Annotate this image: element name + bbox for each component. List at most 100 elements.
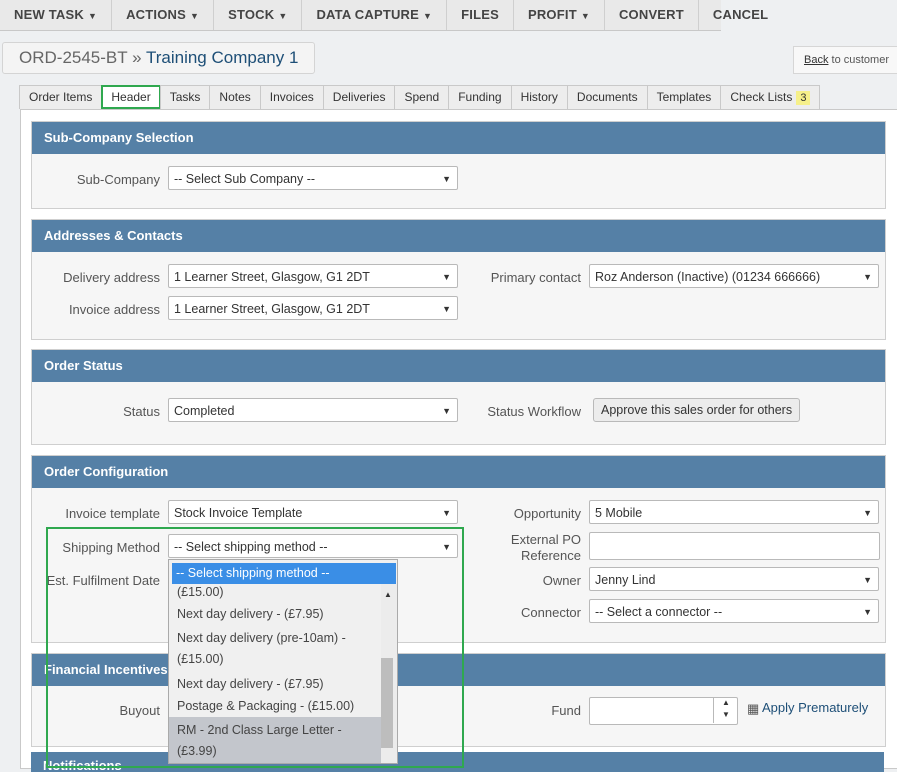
shipping-option[interactable]: Next day delivery (pre-10am) - (£15.00) [169,625,381,673]
back-link[interactable]: Back [804,54,828,66]
shipping-option[interactable]: (£15.00) [169,584,381,603]
shipping-option-highlighted[interactable]: RM - 2nd Class Large Letter - (£3.99) [169,717,381,763]
shipping-option-selected[interactable]: -- Select shipping method -- [172,563,396,584]
tab-history[interactable]: History [510,85,568,109]
chevron-down-icon: ▼ [580,11,590,21]
tab-spend[interactable]: Spend [394,85,450,109]
toolbar-data-capture[interactable]: DATA CAPTURE ▼ [302,0,448,30]
chevron-down-icon: ▼ [278,11,288,21]
invoice-template-value: Stock Invoice Template [174,506,303,520]
fund-stepper[interactable]: ▲ ▼ [713,697,738,723]
tab-documents[interactable]: Documents [566,85,648,109]
tab-templates[interactable]: Templates [646,85,722,109]
tab-notes[interactable]: Notes [209,85,261,109]
chevron-down-icon: ▼ [442,304,451,314]
toolbar-files[interactable]: FILES [447,0,514,30]
tab-tasks[interactable]: Tasks [159,85,211,109]
toolbar-files-label: FILES [461,7,499,22]
panel-title: Addresses & Contacts [32,220,885,252]
toolbar-actions-label: ACTIONS [126,7,186,22]
fulfilment-date-label: Est. Fulfilment Date [46,573,160,588]
chevron-down-icon: ▼ [863,272,872,282]
tab-check-lists[interactable]: Check Lists 3 [720,85,821,109]
notifications-panel-header: Notifications [31,752,884,772]
panel-title: Order Status [32,350,885,382]
shipping-option[interactable]: Next day delivery - (£7.95) [169,603,381,625]
panel-title: Sub-Company Selection [32,122,885,154]
tab-deliveries[interactable]: Deliveries [322,85,396,109]
back-to-customer: Back to customer [793,46,897,74]
toolbar-actions[interactable]: ACTIONS ▼ [112,0,215,30]
invoice-template-label: Invoice template [65,506,160,521]
chevron-down-icon: ▼ [87,11,98,21]
external-po-label-line1: External PO [510,532,581,547]
opportunity-select[interactable]: 5 Mobile ▼ [589,500,879,524]
shipping-option[interactable]: Next day delivery - (£7.95) [169,673,381,695]
external-po-label: External PO Reference [470,532,581,564]
opportunity-value: 5 Mobile [595,506,643,520]
sub-company-select[interactable]: -- Select Sub Company -- ▼ [168,166,458,190]
chevron-down-icon: ▼ [442,508,451,518]
external-po-input[interactable] [589,532,880,560]
invoice-template-select[interactable]: Stock Invoice Template ▼ [168,500,458,524]
connector-value: -- Select a connector -- [595,605,723,619]
scrollbar-thumb[interactable] [381,658,393,748]
chevron-down-icon: ▼ [442,542,451,552]
buyout-label: Buyout [119,703,160,718]
shipping-method-value: -- Select shipping method -- [174,540,328,554]
panel-title: Financial Incentives [32,654,885,686]
tab-bar: Order Items Header Tasks Notes Invoices … [19,85,821,109]
connector-label: Connector [521,605,581,620]
company-name: Training Company 1 [145,48,299,67]
chevron-down-icon: ▼ [189,11,200,21]
shipping-method-label: Shipping Method [62,540,160,555]
tab-order-items[interactable]: Order Items [19,85,103,109]
calculator-icon: ▦ [747,701,760,716]
primary-contact-select[interactable]: Roz Anderson (Inactive) (01234 666666) ▼ [589,264,879,288]
toolbar-stock[interactable]: STOCK ▼ [214,0,303,30]
owner-label: Owner [542,573,581,588]
tab-funding[interactable]: Funding [448,85,512,109]
order-code: ORD-2545-BT [19,48,128,67]
sub-company-panel: Sub-Company Selection [31,121,886,209]
shipping-method-select[interactable]: -- Select shipping method -- ▼ [168,534,458,558]
sub-company-label: Sub-Company [76,172,160,187]
chevron-down-icon: ▼ [863,607,872,617]
owner-select[interactable]: Jenny Lind ▼ [589,567,879,591]
tab-check-lists-label: Check Lists [730,90,793,104]
status-label: Status [123,404,160,419]
panel-title: Order Configuration [32,456,885,488]
shipping-option[interactable]: Postage & Packaging - (£15.00) [169,695,381,717]
toolbar-new-task[interactable]: NEW TASK ▼ [0,0,113,30]
toolbar-profit-label: PROFIT [527,7,577,22]
status-workflow-label: Status Workflow [487,404,581,419]
invoice-address-select[interactable]: 1 Learner Street, Glasgow, G1 2DT ▼ [168,296,458,320]
fund-label: Fund [551,703,581,718]
owner-value: Jenny Lind [595,573,656,587]
connector-select[interactable]: -- Select a connector -- ▼ [589,599,879,623]
stepper-up-icon[interactable]: ▲ [722,698,730,707]
shipping-method-dropdown: -- Select shipping method -- (£15.00) Ne… [168,559,398,764]
apply-prematurely-link[interactable]: Apply Prematurely [762,700,868,715]
status-value: Completed [174,404,235,418]
title-separator: » [132,48,142,67]
back-link-rest: to customer [828,54,889,66]
delivery-address-label: Delivery address [63,270,160,285]
primary-contact-label: Primary contact [490,270,581,285]
stepper-down-icon[interactable]: ▼ [722,710,730,719]
shipping-option-list: (£15.00) Next day delivery - (£7.95) Nex… [169,584,381,763]
approve-order-button[interactable]: Approve this sales order for others [593,398,801,422]
scroll-up-icon[interactable]: ▲ [384,590,392,599]
status-select[interactable]: Completed ▼ [168,398,458,422]
chevron-down-icon: ▼ [442,174,451,184]
delivery-address-select[interactable]: 1 Learner Street, Glasgow, G1 2DT ▼ [168,264,458,288]
invoice-address-value: 1 Learner Street, Glasgow, G1 2DT [174,302,370,316]
toolbar-convert[interactable]: CONVERT [605,0,699,30]
toolbar-cancel-label: CANCEL [712,7,769,22]
toolbar-profit[interactable]: PROFIT ▼ [514,0,605,30]
main-toolbar: NEW TASK ▼ ACTIONS ▼ STOCK ▼ DATA CAPTURE ▼ … [0,0,768,31]
tab-header[interactable]: Header [101,85,161,109]
toolbar-cancel[interactable]: CANCEL [699,0,782,30]
tab-invoices[interactable]: Invoices [259,85,324,109]
opportunity-label: Opportunity [513,506,581,521]
